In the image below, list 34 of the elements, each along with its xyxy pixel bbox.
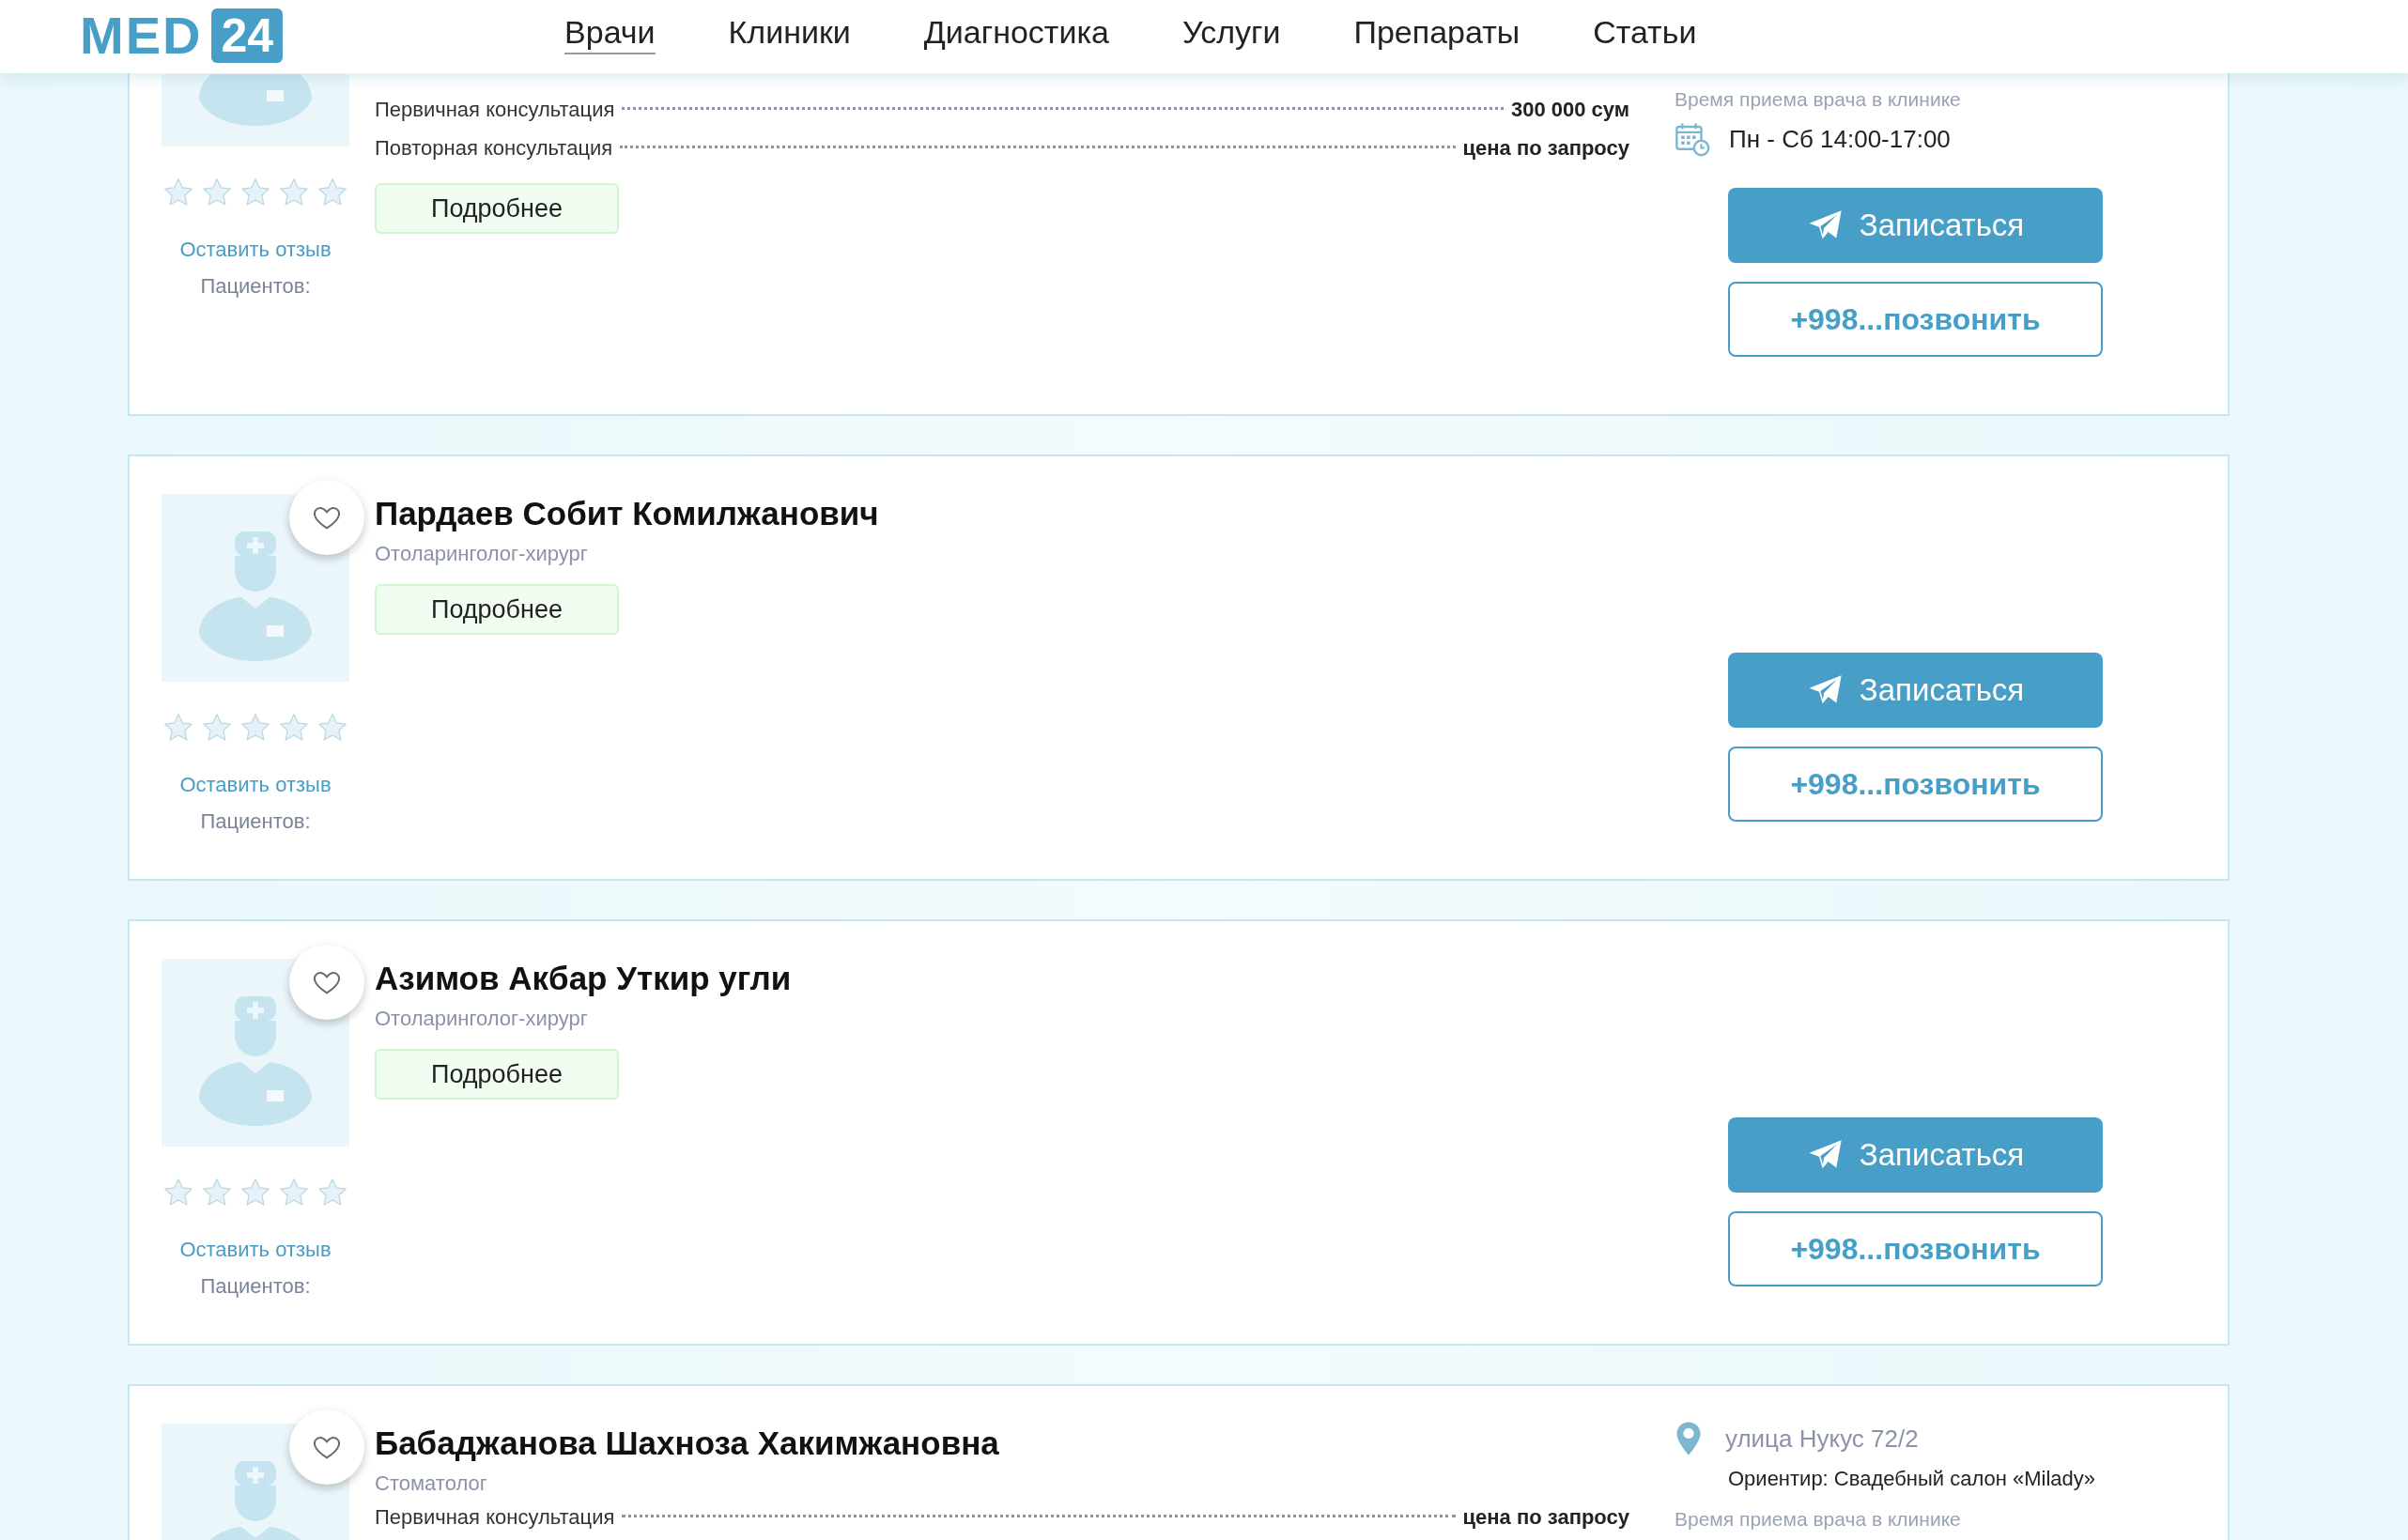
doctor-name[interactable]: Бабаджанова Шахноза Хакимжановна <box>375 1424 999 1463</box>
favorite-button[interactable] <box>289 945 364 1020</box>
calendar-clock-icon <box>1675 121 1710 157</box>
details-button[interactable]: Подробнее <box>375 1049 619 1100</box>
price-label: Повторная консультация <box>375 135 613 162</box>
doctor-name[interactable]: Пардаев Собит Комилжанович <box>375 494 879 533</box>
patients-label: Пациентов: <box>200 273 311 300</box>
schedule-label: Время приема врача в клинике <box>1675 1507 1962 1532</box>
price-value: цена по запросу <box>1462 1504 1629 1531</box>
doctor-specialty: Отоларинголог-хирург <box>375 541 588 567</box>
map-pin-icon <box>1675 1421 1703 1456</box>
price-label: Первичная консультация <box>375 1504 615 1531</box>
favorite-button[interactable] <box>289 1409 364 1485</box>
patients-label: Пациентов: <box>200 808 311 835</box>
nav-link[interactable]: Услуги <box>1181 13 1281 54</box>
price-value: цена по запросу <box>1462 135 1629 162</box>
doctor-specialty: Стоматолог <box>375 1471 487 1497</box>
nav-link[interactable]: Врачи <box>564 13 656 54</box>
details-button[interactable]: Подробнее <box>375 183 619 234</box>
price-label: Первичная консультация <box>375 97 615 123</box>
patients-label: Пациентов: <box>200 1273 311 1300</box>
doctor-name[interactable]: Азимов Акбар Уткир угли <box>375 959 792 998</box>
nav-link[interactable]: Препараты <box>1353 13 1520 54</box>
landmark-text: Ориентир: Свадебный салон «Milady» <box>1728 1466 2096 1492</box>
nav-link[interactable]: Статьи <box>1593 13 1697 54</box>
schedule-label: Время приема врача в клинике <box>1675 87 1962 112</box>
schedule-hours: Пн - Сб 14:00-17:00 <box>1729 124 1951 155</box>
details-button[interactable]: Подробнее <box>375 584 619 635</box>
doctor-specialty: Отоларинголог-хирург <box>375 1006 588 1032</box>
price-value: 300 000 сум <box>1510 97 1629 123</box>
nav-link[interactable]: Диагностика <box>923 13 1109 54</box>
nav-link[interactable]: Клиники <box>728 13 851 54</box>
clinic-address: улица Нукус 72/2 <box>1725 1424 1919 1454</box>
favorite-button[interactable] <box>289 480 364 555</box>
